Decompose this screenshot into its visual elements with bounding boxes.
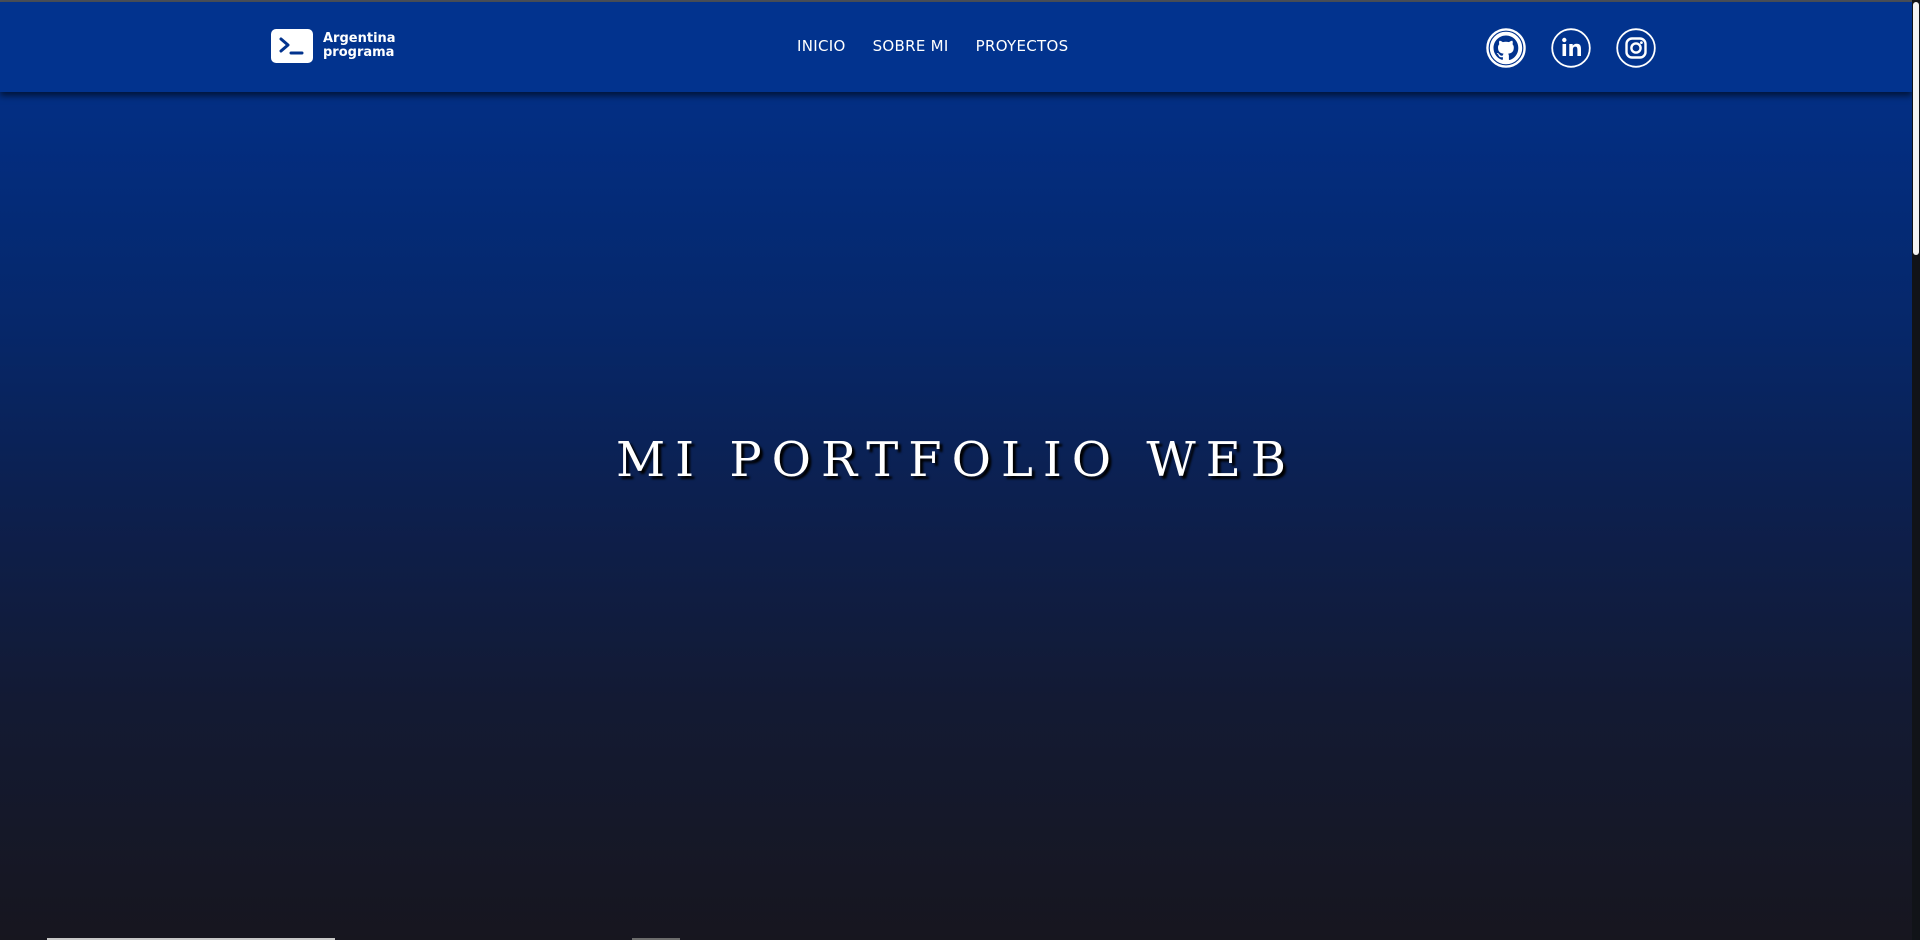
linkedin-icon bbox=[1551, 28, 1591, 68]
scrollbar-thumb[interactable] bbox=[1913, 2, 1919, 255]
hero-title: MI PORTFOLIO WEB bbox=[615, 432, 1297, 488]
nav-link-proyectos[interactable]: PROYECTOS bbox=[976, 37, 1069, 55]
navbar: Argentina programa INICIO SOBRE MI PROYE… bbox=[0, 2, 1912, 92]
social-links bbox=[1486, 28, 1681, 68]
brand-line-1: Argentina bbox=[323, 31, 396, 46]
brand-name: Argentina programa bbox=[323, 32, 396, 60]
linkedin-link[interactable] bbox=[1551, 28, 1591, 68]
brand-line-2: programa bbox=[323, 45, 395, 60]
instagram-icon bbox=[1616, 28, 1656, 68]
terminal-icon bbox=[271, 29, 313, 63]
github-icon bbox=[1486, 28, 1526, 68]
nav-link-inicio[interactable]: INICIO bbox=[797, 37, 846, 55]
scrollbar[interactable] bbox=[1912, 0, 1920, 940]
instagram-link[interactable] bbox=[1616, 28, 1656, 68]
main-nav: INICIO SOBRE MI PROYECTOS bbox=[797, 37, 1095, 55]
brand-logo-link[interactable]: Argentina programa bbox=[271, 29, 396, 63]
github-link[interactable] bbox=[1486, 28, 1526, 68]
nav-link-sobre-mi[interactable]: SOBRE MI bbox=[873, 37, 949, 55]
